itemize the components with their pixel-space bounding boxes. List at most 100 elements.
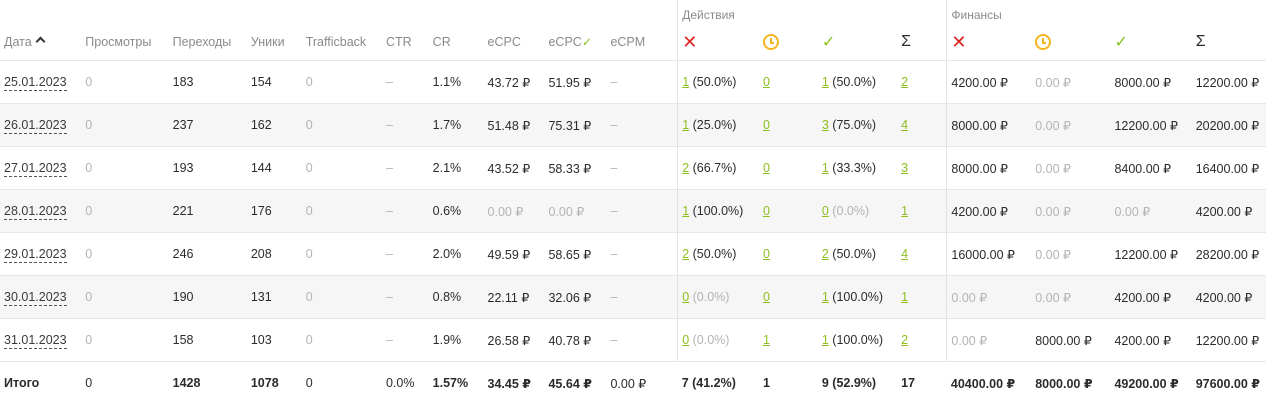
ecpc-cell: 0.00 ₽ (483, 189, 545, 233)
actions-approved-link[interactable]: 1 (822, 333, 829, 347)
ecpm-cell: – (606, 189, 678, 233)
actions-sum-link[interactable]: 2 (901, 333, 908, 347)
cr-cell: 0.6% (428, 189, 484, 233)
finance-approved: 8000.00 ₽ (1110, 60, 1192, 104)
actions-rejected-percent: (50.0%) (689, 75, 737, 89)
actions-pending-link[interactable]: 1 (763, 333, 770, 347)
table-row: 25.01.2023 0 183 154 0–1.1% 43.72 ₽51.95 ₽ –1 … (0, 60, 1266, 104)
ctr-cell: – (381, 103, 429, 147)
actions-pending-link[interactable]: 0 (763, 290, 770, 304)
actions-approved-percent: (75.0%) (828, 118, 877, 132)
ecpc-confirmed-cell: 32.06 ₽ (544, 275, 607, 319)
actions-sum-link[interactable]: 2 (901, 75, 908, 89)
actions-approved-percent: (50.0%) (828, 247, 877, 261)
date-link[interactable]: 30.01.2023 (4, 290, 67, 306)
ecpc-cell: 51.48 ₽ (483, 103, 545, 147)
col-uniques[interactable]: Уники (246, 24, 302, 61)
table-row: 28.01.2023 0 221 176 0–0.6% 0.00 ₽0.00 ₽ –1 (1… (0, 189, 1266, 233)
check-icon: ✓ (821, 34, 836, 51)
col-cr[interactable]: CR (428, 24, 484, 61)
col-trafficback[interactable]: Trafficback (301, 24, 382, 61)
close-icon: ✕ (951, 31, 967, 52)
actions-pending-link[interactable]: 0 (763, 204, 770, 218)
ecpc-confirmed-cell: 58.33 ₽ (544, 146, 607, 190)
actions-rejected: 2 (66.7%) (677, 146, 759, 190)
actions-sum-link[interactable]: 3 (901, 161, 908, 175)
table-row: 31.01.2023 0 158 103 0–1.9% 26.58 ₽40.78 ₽ –0 … (0, 318, 1266, 362)
date-link[interactable]: 28.01.2023 (4, 204, 67, 220)
col-views[interactable]: Просмотры (81, 24, 169, 61)
col-ctr[interactable]: CTR (381, 24, 429, 61)
actions-rejected-percent: (100.0%) (689, 204, 744, 218)
date-cell: 30.01.2023 (0, 275, 82, 319)
total-ecpm: 0.00 ₽ (610, 376, 647, 391)
actions-approved-link[interactable]: 0 (822, 204, 829, 218)
check-icon: ✓ (581, 35, 592, 49)
col-actions-sum[interactable]: Σ (897, 24, 947, 61)
views-cell: 0 (81, 232, 169, 276)
actions-approved-link[interactable]: 3 (822, 118, 829, 132)
trafficback-cell: 0 (301, 189, 382, 233)
date-cell: 27.01.2023 (0, 146, 82, 190)
actions-pending: 1 (758, 318, 818, 362)
check-icon: ✓ (1114, 34, 1128, 51)
table-row: 30.01.2023 0 190 131 0–0.8% 22.11 ₽32.06 ₽ –0 … (0, 275, 1266, 319)
finance-rejected: 16000.00 ₽ (946, 232, 1032, 276)
date-link[interactable]: 31.01.2023 (4, 333, 67, 349)
finance-approved: 8400.00 ₽ (1110, 146, 1192, 190)
actions-pending-link[interactable]: 0 (763, 75, 770, 89)
col-actions-rejected[interactable]: ✕ (677, 24, 759, 61)
col-finance-approved[interactable]: ✓ (1110, 24, 1192, 61)
total-ctr: 0.0% (385, 376, 415, 390)
finance-pending: 0.00 ₽ (1031, 60, 1111, 104)
date-link[interactable]: 27.01.2023 (4, 161, 67, 177)
actions-sum-link[interactable]: 1 (901, 204, 908, 218)
col-clicks[interactable]: Переходы (168, 24, 247, 61)
actions-sum-link[interactable]: 1 (901, 290, 908, 304)
chevron-up-icon (35, 36, 46, 47)
stats-table: Действия Финансы Дата Просмотры Переходы… (0, 0, 1266, 404)
date-link[interactable]: 26.01.2023 (4, 118, 67, 134)
col-ecpc-confirmed[interactable]: eCPC✓ (544, 24, 607, 61)
actions-approved-link[interactable]: 1 (822, 161, 829, 175)
finance-pending: 0.00 ₽ (1031, 189, 1111, 233)
col-actions-pending[interactable] (758, 24, 818, 61)
trafficback-cell: 0 (301, 318, 382, 362)
date-link[interactable]: 25.01.2023 (4, 75, 67, 91)
clicks-cell: 183 (168, 60, 247, 104)
col-ecpc[interactable]: eCPC (483, 24, 545, 61)
views-cell: 0 (81, 60, 169, 104)
actions-approved-percent: (50.0%) (828, 75, 877, 89)
trafficback-cell: 0 (301, 103, 382, 147)
finance-approved: 0.00 ₽ (1110, 189, 1192, 233)
date-link[interactable]: 29.01.2023 (4, 247, 67, 263)
actions-rejected-percent: (66.7%) (689, 161, 737, 175)
clicks-cell: 237 (168, 103, 247, 147)
actions-pending-link[interactable]: 0 (763, 161, 770, 175)
finance-pending: 0.00 ₽ (1031, 103, 1111, 147)
actions-approved-link[interactable]: 1 (822, 290, 829, 304)
finance-sum: 16400.00 ₽ (1191, 146, 1266, 190)
views-cell: 0 (81, 103, 169, 147)
actions-pending: 0 (758, 103, 818, 147)
col-finance-sum[interactable]: Σ (1191, 24, 1266, 61)
actions-rejected-percent: (25.0%) (689, 118, 737, 132)
date-cell: 29.01.2023 (0, 232, 82, 276)
actions-pending-link[interactable]: 0 (763, 247, 770, 261)
col-ecpm[interactable]: eCPM (606, 24, 678, 61)
ecpm-cell: – (606, 103, 678, 147)
uniques-cell: 162 (246, 103, 302, 147)
col-actions-approved[interactable]: ✓ (817, 24, 898, 61)
col-finance-rejected[interactable]: ✕ (946, 24, 1032, 61)
actions-sum-link[interactable]: 4 (901, 247, 908, 261)
total-row: Итого 0 1428 1078 0 0.0% 1.57% 34.45 ₽ 4… (0, 362, 1266, 405)
uniques-cell: 154 (246, 60, 302, 104)
col-finance-pending[interactable] (1031, 24, 1111, 61)
table-body: 25.01.2023 0 183 154 0–1.1% 43.72 ₽51.95 ₽ –1 … (0, 60, 1266, 362)
actions-approved-link[interactable]: 1 (822, 75, 829, 89)
actions-sum-link[interactable]: 4 (901, 118, 908, 132)
actions-approved-link[interactable]: 2 (822, 247, 829, 261)
trafficback-cell: 0 (301, 146, 382, 190)
col-date[interactable]: Дата (0, 24, 82, 61)
actions-pending-link[interactable]: 0 (763, 118, 770, 132)
